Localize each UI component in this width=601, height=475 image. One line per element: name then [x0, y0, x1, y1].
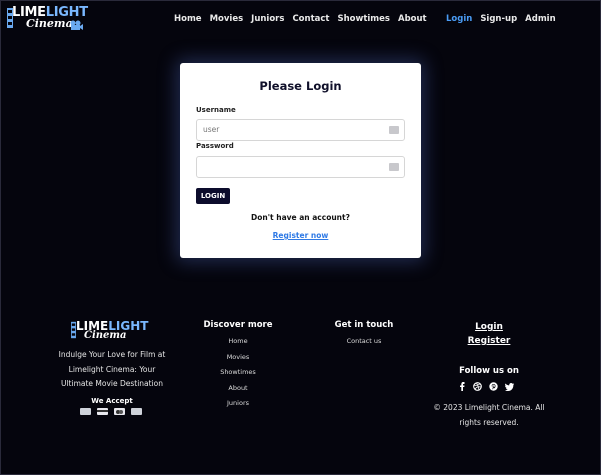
mastercard-icon: [114, 408, 125, 415]
footer-auth-links: Login Register: [456, 320, 522, 348]
site-logo[interactable]: LIMELIGHT Cinema: [6, 6, 88, 32]
footer-link-home[interactable]: Home: [228, 334, 247, 350]
username-input[interactable]: user: [196, 119, 405, 141]
follow-heading: Follow us on: [459, 366, 519, 376]
payment-methods: [80, 408, 142, 415]
footer-link-juniors[interactable]: Juniors: [227, 396, 249, 412]
footer-login-link[interactable]: Login: [456, 320, 522, 334]
login-card: Please Login Username user Password LOGI…: [180, 63, 421, 258]
footer-logo-subtitle: Cinema: [84, 330, 127, 341]
footer-link-showtimes[interactable]: Showtimes: [220, 365, 256, 381]
password-label: Password: [196, 142, 234, 150]
nav-movies[interactable]: Movies: [210, 14, 244, 24]
nav-home[interactable]: Home: [174, 14, 202, 24]
password-input[interactable]: [196, 156, 405, 178]
no-account-text: Don't have an account?: [251, 213, 350, 222]
nav-contact[interactable]: Contact: [292, 14, 329, 24]
footer-link-movies[interactable]: Movies: [227, 350, 250, 366]
generic-card-icon: [131, 408, 142, 415]
nav-about[interactable]: About: [398, 14, 427, 24]
footer-tagline: Indulge Your Love for Film at Limelight …: [58, 350, 166, 388]
copyright-text: © 2023 Limelight Cinema. All rights rese…: [433, 403, 545, 427]
nav-showtimes[interactable]: Showtimes: [337, 14, 390, 24]
we-accept-heading: We Accept: [91, 397, 133, 405]
nav-signup[interactable]: Sign-up: [480, 14, 517, 24]
camera-icon: [70, 20, 83, 30]
dribbble-icon[interactable]: [473, 382, 482, 391]
login-title: Please Login: [259, 79, 342, 93]
discover-title: Discover more: [203, 320, 273, 330]
username-value: user: [203, 125, 220, 134]
footer-link-contact-us[interactable]: Contact us: [347, 334, 382, 350]
keyboard-icon: [389, 163, 399, 171]
username-label: Username: [196, 106, 236, 114]
auth-nav: Login Sign-up Admin: [446, 14, 556, 24]
credit-card-icon: [97, 408, 108, 415]
header: LIMELIGHT Cinema Home Movies Juniors Con…: [0, 0, 601, 38]
logo-subtitle: Cinema: [26, 17, 73, 30]
register-now-link[interactable]: Register now: [180, 231, 421, 240]
nav-juniors[interactable]: Juniors: [251, 14, 284, 24]
contact-title: Get in touch: [334, 320, 394, 330]
nav-login[interactable]: Login: [446, 14, 472, 24]
contact-list: Contact us: [338, 334, 390, 350]
social-links: [457, 382, 514, 391]
keyboard-icon: [389, 126, 399, 134]
footer-link-about[interactable]: About: [228, 381, 247, 397]
pinterest-icon[interactable]: [489, 382, 498, 391]
login-button[interactable]: LOGIN: [196, 188, 230, 204]
discover-list: Home Movies Showtimes About Juniors: [218, 334, 258, 412]
facebook-icon[interactable]: [457, 382, 466, 391]
footer-register-link[interactable]: Register: [456, 334, 522, 348]
main-nav: Home Movies Juniors Contact Showtimes Ab…: [174, 14, 427, 24]
nav-admin[interactable]: Admin: [525, 14, 556, 24]
footer-logo[interactable]: LIMELIGHT Cinema: [70, 320, 148, 342]
twitter-icon[interactable]: [505, 382, 514, 391]
visa-card-icon: [80, 408, 91, 415]
